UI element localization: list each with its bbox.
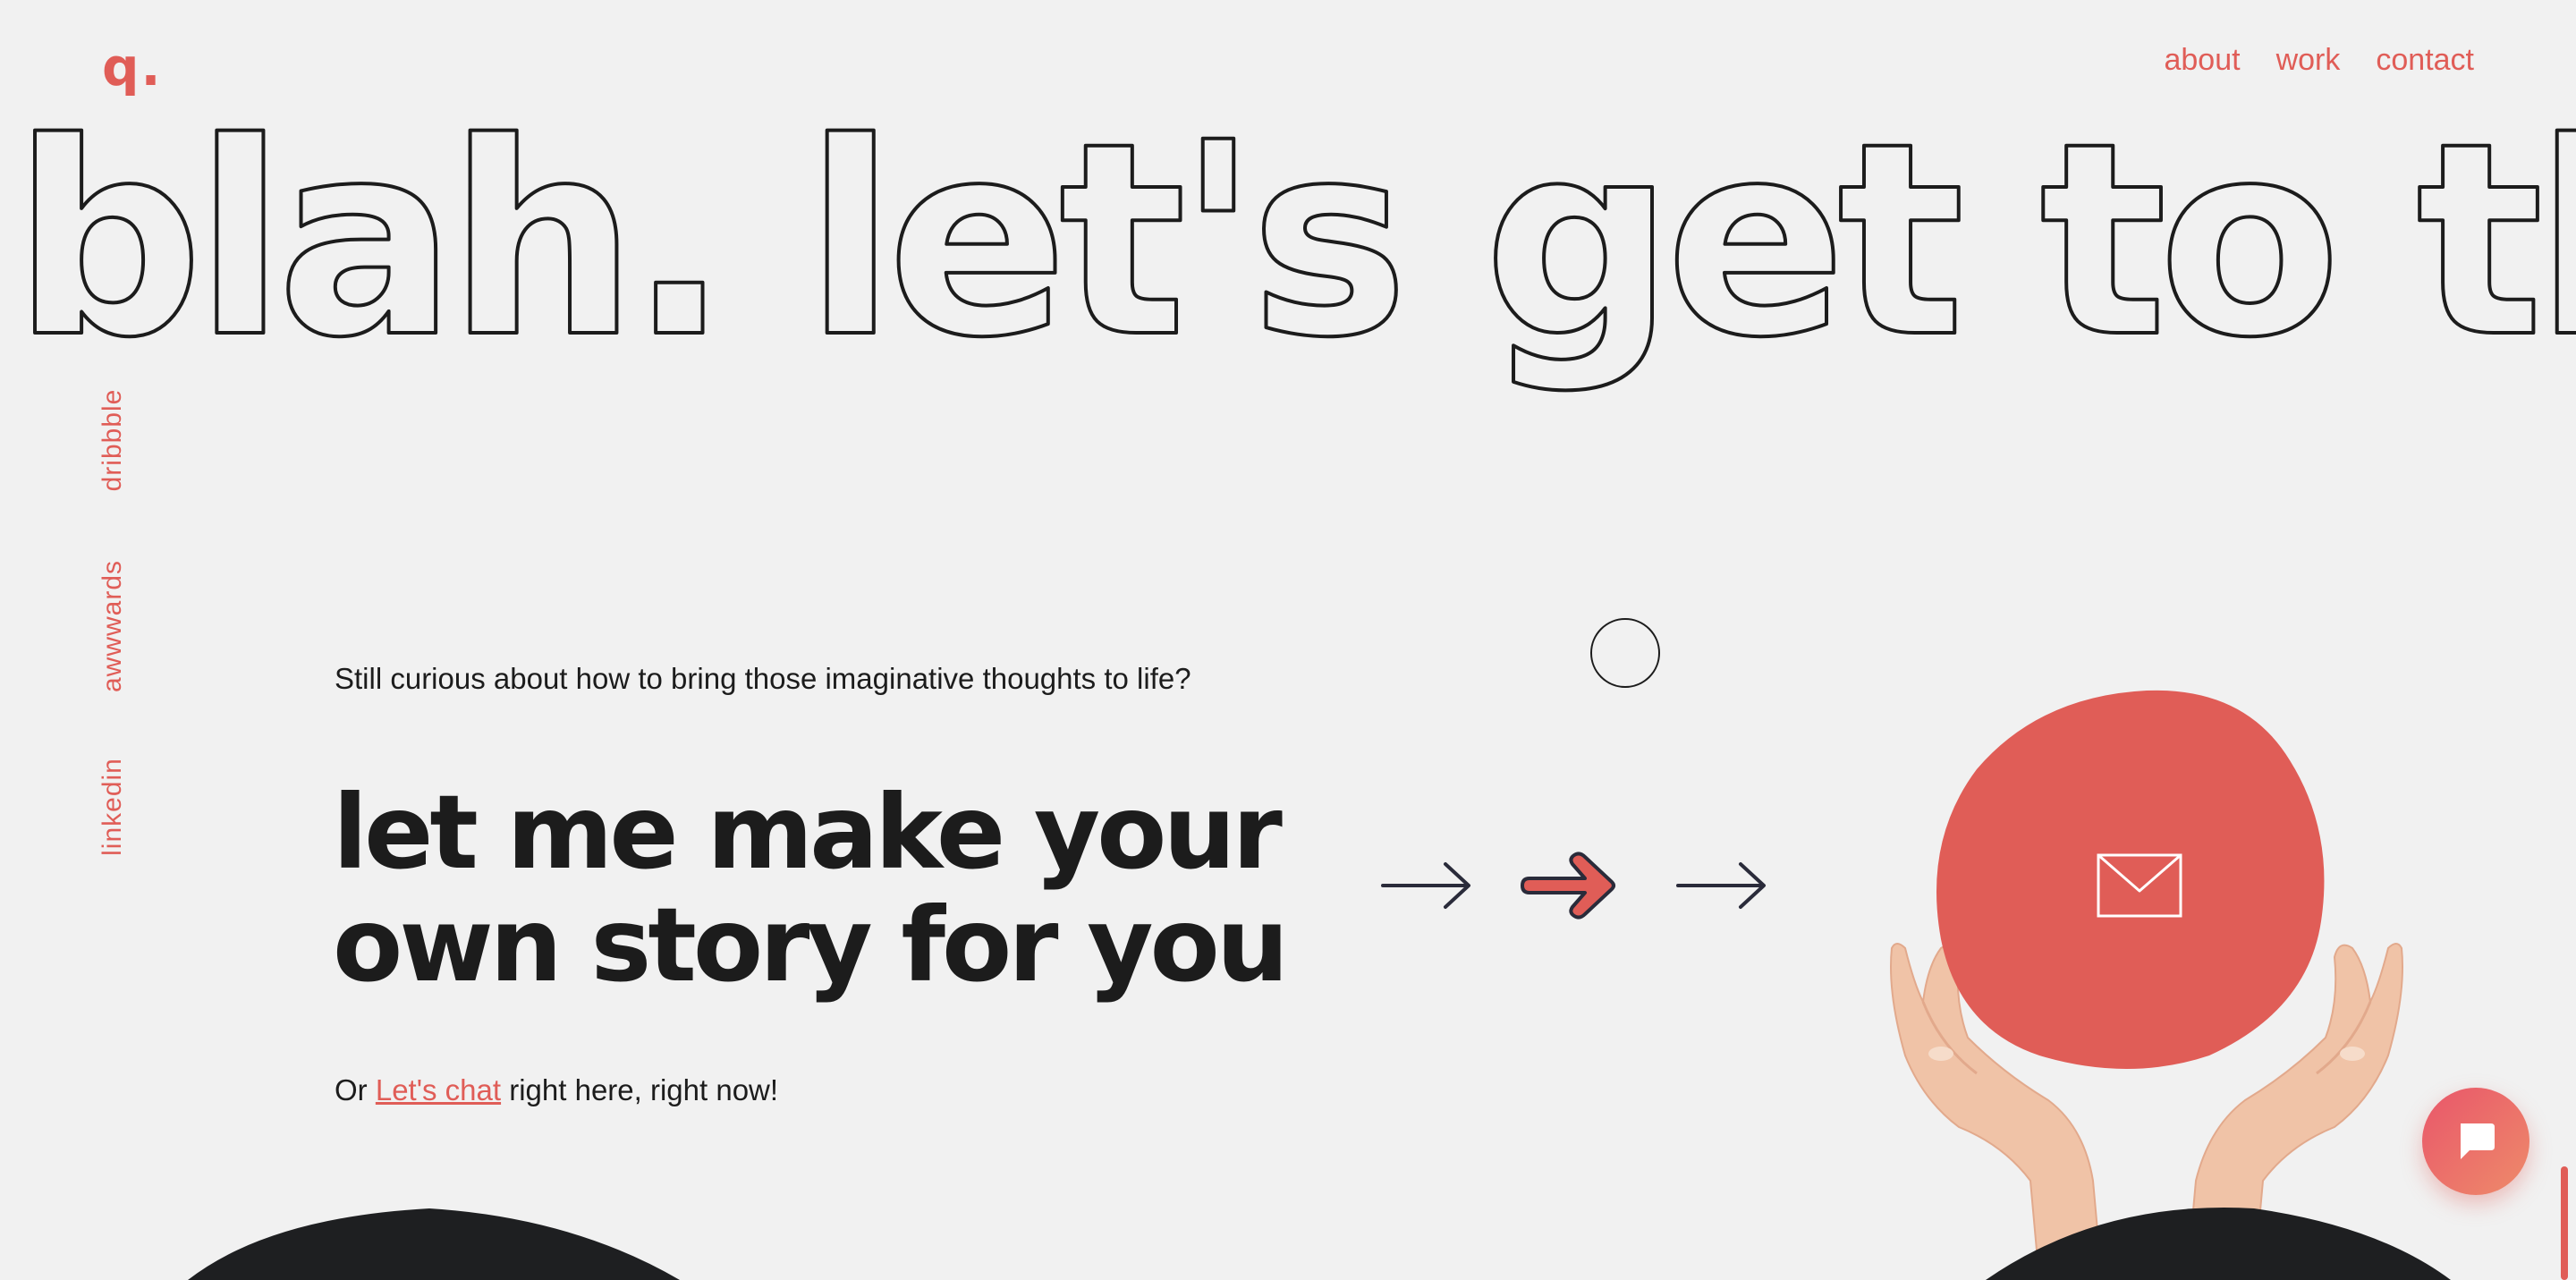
top-nav: about work contact	[2164, 43, 2474, 78]
social-linkedin-link[interactable]: linkedin	[97, 758, 128, 856]
marquee-text: blah. let's get to the po	[13, 89, 2576, 396]
nav-about-link[interactable]: about	[2164, 43, 2240, 78]
arrow-right-icon	[1381, 862, 1470, 909]
chat-button[interactable]	[2422, 1088, 2529, 1195]
headline-line-1: let me make your	[333, 773, 1283, 892]
cta-prefix: Or	[335, 1073, 368, 1106]
chat-bubble-icon	[2461, 1123, 2495, 1159]
scroll-indicator[interactable]	[2561, 1166, 2568, 1280]
social-links: dribbble awwwards linkedin	[77, 376, 148, 877]
arrow-right-icon	[1676, 862, 1766, 909]
arrow-row	[1377, 844, 1771, 927]
mail-button[interactable]	[1936, 690, 2325, 1069]
intro-text: Still curious about how to bring those i…	[335, 662, 1191, 695]
social-dribbble-link[interactable]: dribbble	[97, 389, 128, 492]
marquee-banner: blah. let's get to the po	[0, 89, 2576, 429]
arrow-right-icon	[1521, 852, 1615, 920]
nav-contact-link[interactable]: contact	[2376, 43, 2474, 78]
nav-work-link[interactable]: work	[2276, 43, 2341, 78]
bottom-wave	[188, 1208, 2451, 1280]
headline: let me make your own story for you	[333, 773, 1289, 1005]
lets-chat-link[interactable]: Let's chat	[376, 1073, 501, 1106]
headline-line-2: own story for you	[333, 886, 1289, 1005]
cta-suffix: right here, right now!	[509, 1073, 779, 1106]
logo[interactable]: q.	[102, 41, 163, 93]
cta-line: Or Let's chat right here, right now!	[335, 1073, 778, 1107]
social-awwwards-link[interactable]: awwwards	[97, 560, 128, 692]
cursor-ring	[1590, 618, 1660, 688]
